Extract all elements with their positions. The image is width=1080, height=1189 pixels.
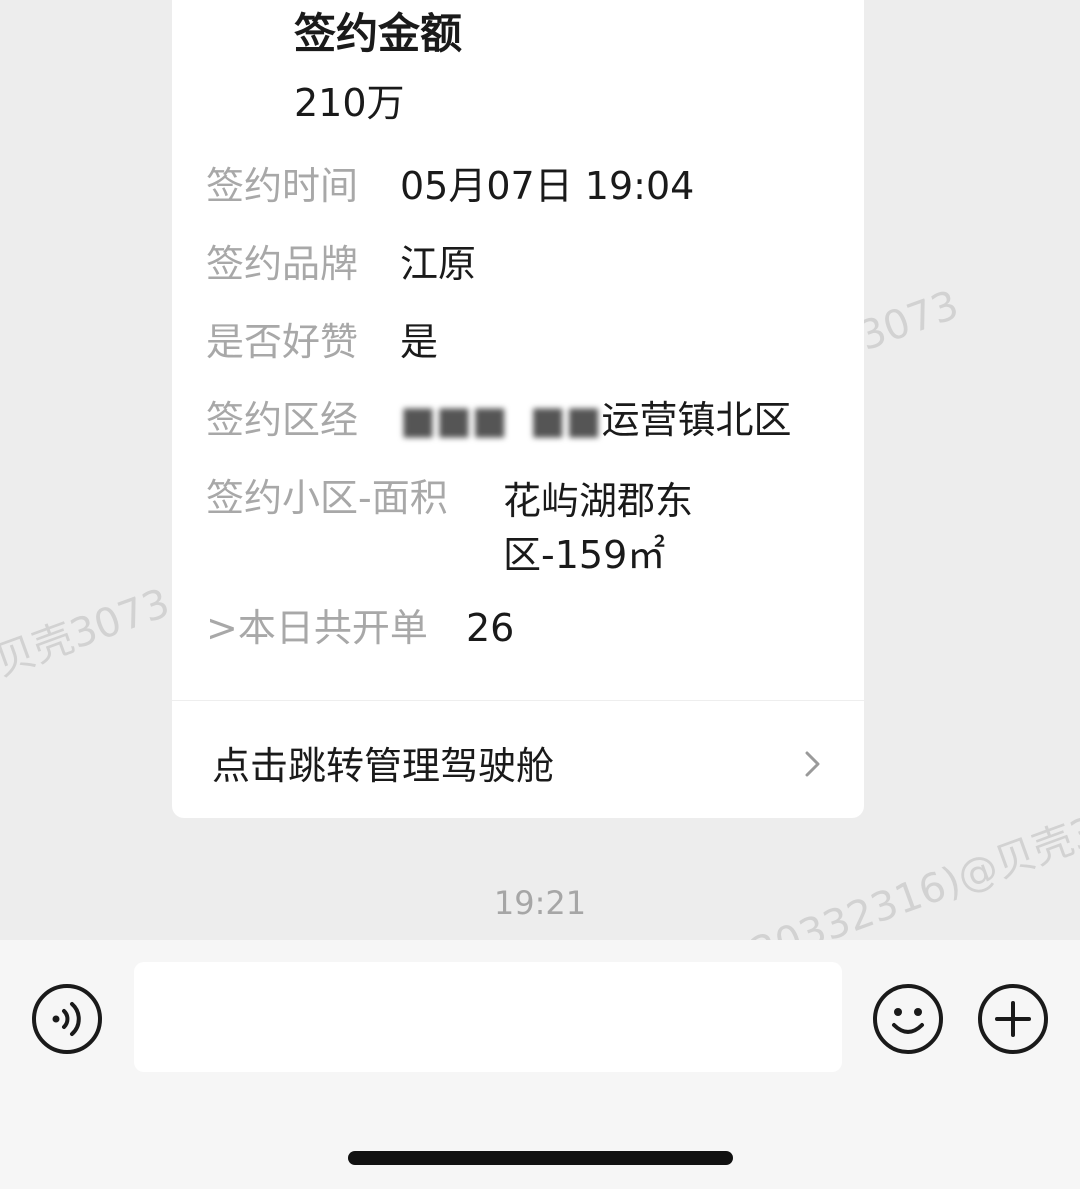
info-value: ■■■ ■■运营镇北区 <box>400 396 792 444</box>
chevron-right-icon <box>805 751 820 777</box>
info-value: 是 <box>400 320 439 364</box>
redacted-text: ■■■ <box>400 398 508 442</box>
chat-input-bar <box>0 940 1080 1189</box>
info-label: 是否好赞 <box>206 320 359 364</box>
amount-title: 签约金额 <box>294 9 463 58</box>
info-label: 签约区经 <box>206 398 359 442</box>
emoji-icon[interactable] <box>872 983 944 1055</box>
info-label: 签约时间 <box>206 164 359 208</box>
message-input[interactable] <box>134 962 842 1072</box>
watermark: 贝壳3073 <box>0 580 176 686</box>
info-value: 05月07日 19:04 <box>400 164 695 208</box>
redacted-text: ■■ <box>529 398 602 442</box>
plus-icon[interactable] <box>977 983 1049 1055</box>
district-name: 运营镇北区 <box>601 398 792 442</box>
info-value: 江原 <box>400 242 477 286</box>
cockpit-link[interactable]: 点击跳转管理驾驶舱 <box>172 701 864 818</box>
info-value: 26 <box>466 606 515 650</box>
info-label: 签约小区-面积 <box>206 476 448 520</box>
chat-area[interactable]: 贝壳3073 3073 20332316)@贝壳30 签约金额 210万 签约时… <box>0 0 1080 940</box>
cockpit-link-label: 点击跳转管理驾驶舱 <box>212 744 555 788</box>
home-indicator[interactable] <box>348 1151 733 1165</box>
watermark: 3073 <box>853 281 965 361</box>
amount-value: 210万 <box>294 81 405 125</box>
signing-notification-card: 签约金额 210万 签约时间 05月07日 19:04 签约品牌 江原 是否好赞… <box>172 0 864 818</box>
message-timestamp: 19:21 <box>493 884 587 922</box>
voice-icon[interactable] <box>31 983 103 1055</box>
info-label: >本日共开单 <box>206 606 428 650</box>
info-value: 花屿湖郡东区-159㎡ <box>503 479 694 577</box>
info-label: 签约品牌 <box>206 242 359 286</box>
